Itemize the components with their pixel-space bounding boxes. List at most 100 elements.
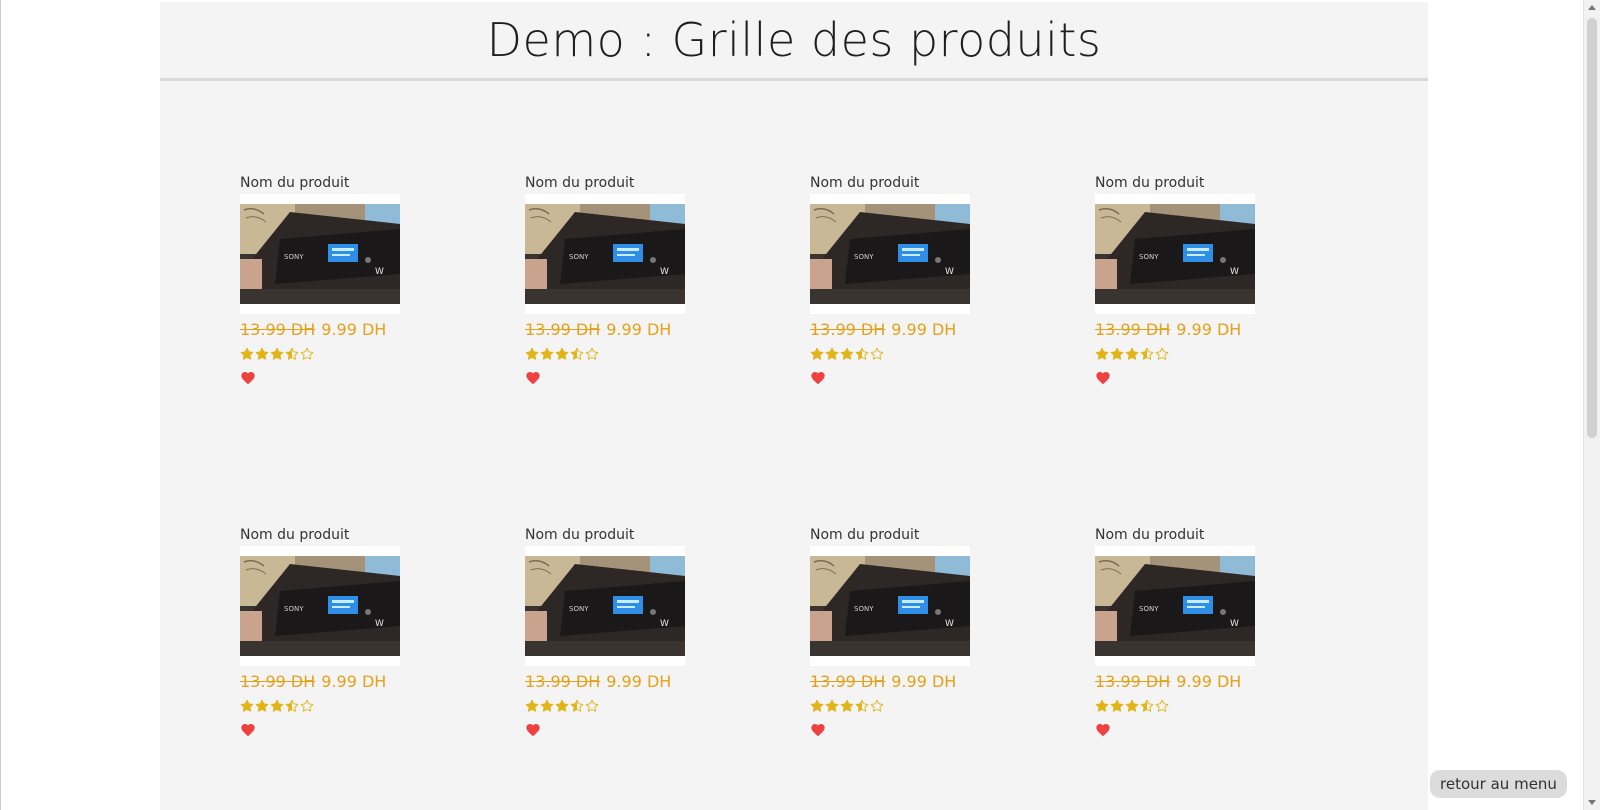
product-name[interactable]: Nom du produit xyxy=(1095,524,1255,546)
star-icon[interactable] xyxy=(555,699,569,713)
heart-icon[interactable] xyxy=(810,370,826,386)
new-price: 9.99 DH xyxy=(321,320,387,339)
old-price: 13.99 DH xyxy=(1095,320,1171,339)
star-icon[interactable] xyxy=(1140,347,1154,361)
star-icon[interactable] xyxy=(1125,347,1139,361)
star-icon[interactable] xyxy=(1110,347,1124,361)
product-image-frame: SONY W xyxy=(1095,546,1255,666)
main-panel: Demo : Grille des produits Nom du produi… xyxy=(160,2,1428,810)
rating-stars[interactable] xyxy=(525,694,685,718)
star-icon[interactable] xyxy=(840,699,854,713)
product-card[interactable]: Nom du produit SONY W 13.99 DH 9.99 DH xyxy=(525,524,685,737)
product-image[interactable]: SONY W xyxy=(810,204,970,304)
product-name[interactable]: Nom du produit xyxy=(525,524,685,546)
heart-icon[interactable] xyxy=(525,722,541,738)
heart-icon[interactable] xyxy=(1095,722,1111,738)
star-icon[interactable] xyxy=(840,347,854,361)
star-icon[interactable] xyxy=(1125,699,1139,713)
heart-icon[interactable] xyxy=(240,370,256,386)
product-image-frame: SONY W xyxy=(525,194,685,314)
star-icon[interactable] xyxy=(540,699,554,713)
heart-icon[interactable] xyxy=(525,370,541,386)
new-price: 9.99 DH xyxy=(606,320,672,339)
product-image[interactable]: SONY W xyxy=(525,204,685,304)
star-icon[interactable] xyxy=(825,347,839,361)
star-icon[interactable] xyxy=(300,699,314,713)
star-icon[interactable] xyxy=(1110,699,1124,713)
star-icon[interactable] xyxy=(570,699,584,713)
star-icon[interactable] xyxy=(1095,347,1109,361)
vertical-scrollbar[interactable] xyxy=(1583,0,1600,810)
svg-text:SONY: SONY xyxy=(284,253,304,261)
star-icon[interactable] xyxy=(255,347,269,361)
product-image-frame: SONY W xyxy=(240,194,400,314)
star-icon[interactable] xyxy=(585,347,599,361)
star-icon[interactable] xyxy=(1155,699,1169,713)
star-icon[interactable] xyxy=(525,347,539,361)
star-icon[interactable] xyxy=(810,347,824,361)
star-icon[interactable] xyxy=(570,347,584,361)
star-icon[interactable] xyxy=(540,347,554,361)
star-icon[interactable] xyxy=(855,699,869,713)
heart-icon[interactable] xyxy=(1095,370,1111,386)
scroll-down-icon[interactable] xyxy=(1588,800,1596,805)
price-row: 13.99 DH 9.99 DH xyxy=(525,318,685,342)
old-price: 13.99 DH xyxy=(525,672,601,691)
product-name[interactable]: Nom du produit xyxy=(525,172,685,194)
product-name[interactable]: Nom du produit xyxy=(240,524,400,546)
product-name[interactable]: Nom du produit xyxy=(810,524,970,546)
star-icon[interactable] xyxy=(555,347,569,361)
product-card[interactable]: Nom du produit SONY W 13.99 DH 9.99 DH xyxy=(525,172,685,385)
rating-stars[interactable] xyxy=(240,694,400,718)
star-icon[interactable] xyxy=(1155,347,1169,361)
star-icon[interactable] xyxy=(1140,699,1154,713)
rating-stars[interactable] xyxy=(810,342,970,366)
star-icon[interactable] xyxy=(810,699,824,713)
scroll-thumb[interactable] xyxy=(1587,18,1597,438)
product-card[interactable]: Nom du produit SONY W 13.99 DH 9.99 DH xyxy=(240,524,400,737)
star-icon[interactable] xyxy=(270,699,284,713)
rating-stars[interactable] xyxy=(810,694,970,718)
star-icon[interactable] xyxy=(300,347,314,361)
star-icon[interactable] xyxy=(825,699,839,713)
product-image[interactable]: SONY W xyxy=(1095,204,1255,304)
rating-stars[interactable] xyxy=(240,342,400,366)
rating-stars[interactable] xyxy=(1095,694,1255,718)
product-card[interactable]: Nom du produit SONY W 13.99 DH 9.99 DH xyxy=(1095,524,1255,737)
product-card[interactable]: Nom du produit SONY W 13.99 DH 9.99 DH xyxy=(810,172,970,385)
product-image[interactable]: SONY W xyxy=(525,556,685,656)
price-row: 13.99 DH 9.99 DH xyxy=(810,670,970,694)
star-icon[interactable] xyxy=(585,699,599,713)
star-icon[interactable] xyxy=(525,699,539,713)
product-card[interactable]: Nom du produit SONY W 13.99 DH 9.99 DH xyxy=(810,524,970,737)
star-icon[interactable] xyxy=(255,699,269,713)
svg-text:W: W xyxy=(945,619,954,629)
heart-icon[interactable] xyxy=(810,722,826,738)
star-icon[interactable] xyxy=(240,347,254,361)
rating-stars[interactable] xyxy=(1095,342,1255,366)
star-icon[interactable] xyxy=(870,347,884,361)
star-icon[interactable] xyxy=(285,347,299,361)
back-to-menu-button[interactable]: retour au menu xyxy=(1430,770,1567,798)
heart-icon[interactable] xyxy=(240,722,256,738)
star-icon[interactable] xyxy=(285,699,299,713)
product-card[interactable]: Nom du produit SONY W 13.99 DH 9.99 DH xyxy=(1095,172,1255,385)
star-icon[interactable] xyxy=(240,699,254,713)
star-icon[interactable] xyxy=(870,699,884,713)
price-row: 13.99 DH 9.99 DH xyxy=(810,318,970,342)
product-image[interactable]: SONY W xyxy=(240,204,400,304)
rating-stars[interactable] xyxy=(525,342,685,366)
product-name[interactable]: Nom du produit xyxy=(1095,172,1255,194)
star-icon[interactable] xyxy=(270,347,284,361)
product-card[interactable]: Nom du produit SONY W 13.99 DH 9.99 DH xyxy=(240,172,400,385)
product-image[interactable]: SONY W xyxy=(240,556,400,656)
product-name[interactable]: Nom du produit xyxy=(240,172,400,194)
star-icon[interactable] xyxy=(1095,699,1109,713)
product-image[interactable]: SONY W xyxy=(1095,556,1255,656)
product-name[interactable]: Nom du produit xyxy=(810,172,970,194)
scroll-up-icon[interactable] xyxy=(1588,5,1596,10)
product-image-frame: SONY W xyxy=(240,546,400,666)
star-icon[interactable] xyxy=(855,347,869,361)
product-image[interactable]: SONY W xyxy=(810,556,970,656)
svg-text:W: W xyxy=(375,267,384,277)
